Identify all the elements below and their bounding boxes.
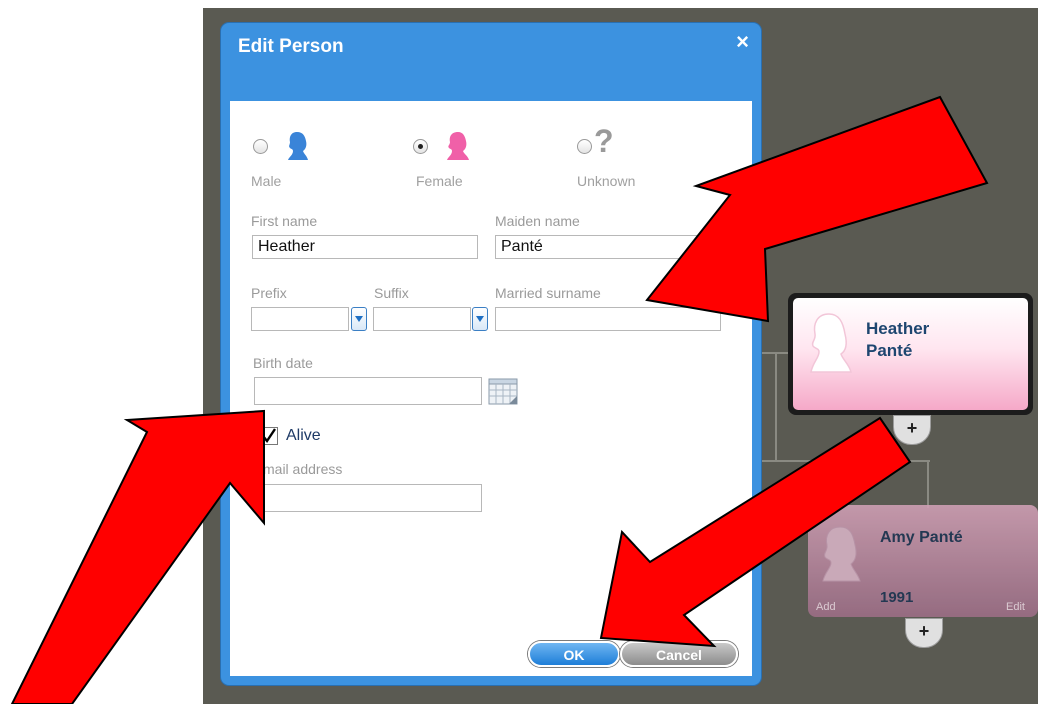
- annotation-arrow-married-surname: [645, 95, 989, 323]
- annotation-arrow-alive: [10, 409, 265, 704]
- annotation-arrow-ok: [599, 416, 912, 648]
- annotation-arrows: [10, 95, 989, 704]
